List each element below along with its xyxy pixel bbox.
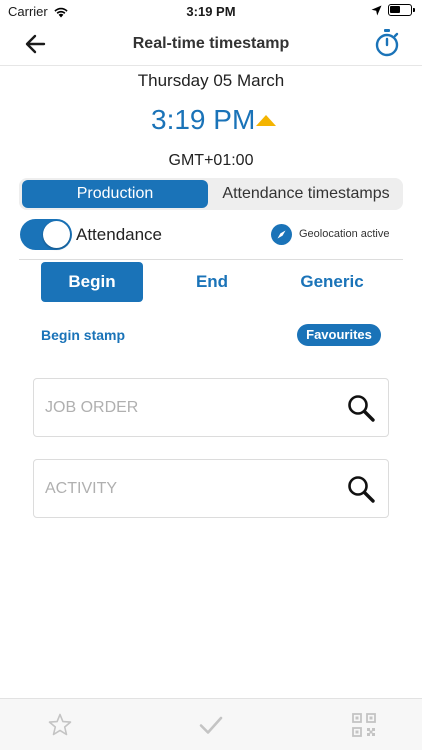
navigation-bar: Real-time timestamp: [0, 22, 422, 66]
generic-button[interactable]: Generic: [281, 262, 383, 302]
attendance-toggle[interactable]: [20, 219, 72, 250]
search-icon[interactable]: [346, 474, 376, 504]
attendance-label: Attendance: [76, 225, 163, 244]
compass-icon: [271, 224, 292, 245]
timezone-label: GMT+01:00: [168, 152, 254, 169]
location-arrow-icon: [371, 5, 382, 15]
star-icon[interactable]: [47, 712, 73, 738]
current-date: Thursday 05 March: [137, 71, 285, 90]
geolocation-status: Geolocation active: [299, 228, 390, 240]
segment-attendance-timestamps[interactable]: Attendance timestamps: [211, 180, 401, 208]
activity-field: [33, 459, 389, 518]
time-row: 3:19 PM: [0, 104, 422, 140]
favourites-button[interactable]: Favourites: [297, 324, 381, 346]
activity-input[interactable]: [45, 460, 335, 517]
triangle-up-icon[interactable]: [256, 115, 276, 126]
segment-production[interactable]: Production: [22, 180, 208, 208]
current-time: 3:19 PM: [151, 104, 256, 135]
toggle-knob: [43, 221, 70, 248]
page-title: Real-time timestamp: [132, 35, 290, 52]
status-bar: Carrier 3:19 PM: [0, 0, 422, 22]
stopwatch-icon[interactable]: [374, 28, 400, 58]
mode-segmented-control: Production Attendance timestamps: [19, 178, 403, 210]
begin-stamp-label: Begin stamp: [41, 327, 126, 343]
search-icon[interactable]: [346, 393, 376, 423]
begin-button[interactable]: Begin: [41, 262, 143, 302]
divider: [19, 259, 403, 260]
checkmark-icon[interactable]: [198, 712, 224, 738]
job-order-input[interactable]: [45, 379, 335, 436]
job-order-field: [33, 378, 389, 437]
qr-code-icon[interactable]: [351, 712, 377, 738]
bottom-tab-bar: [0, 698, 422, 750]
end-button[interactable]: End: [161, 262, 263, 302]
battery-icon: [388, 4, 415, 16]
status-time: 3:19 PM: [186, 4, 236, 19]
